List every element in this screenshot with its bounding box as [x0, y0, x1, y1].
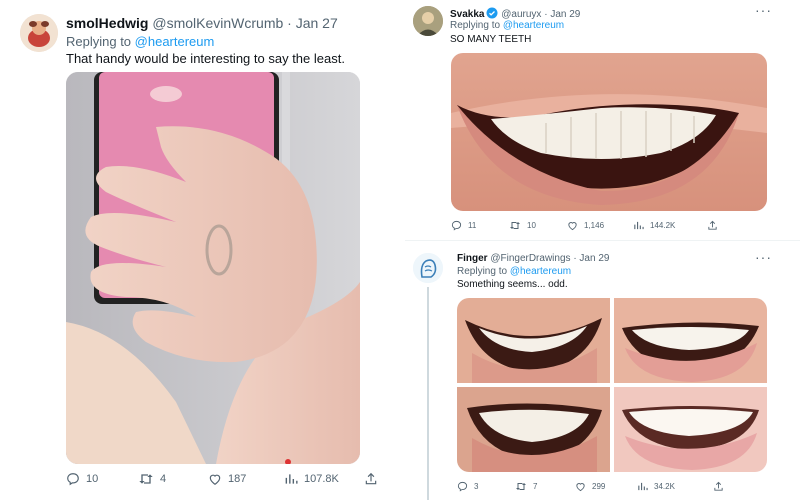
views-count: 107.8K [304, 473, 339, 485]
retweet-icon [516, 483, 526, 490]
media-image-3[interactable] [457, 387, 610, 472]
retweet-button[interactable]: 10 [509, 220, 567, 231]
retweet-button[interactable]: 7 [515, 481, 575, 492]
share-icon [365, 472, 377, 485]
like-button[interactable]: 187 [208, 472, 284, 486]
replying-prefix: Replying to [66, 34, 132, 49]
share-icon [714, 481, 723, 491]
share-button[interactable] [364, 472, 378, 486]
media-image-2[interactable] [614, 298, 767, 383]
more-icon[interactable]: ··· [755, 249, 772, 265]
right-bottom-tweet: Finger @FingerDrawings · Jan 29 ··· Repl… [405, 240, 800, 500]
replying-to-link[interactable]: @heartereum [503, 20, 564, 31]
reply-count: 11 [468, 221, 477, 230]
reply-count: 3 [474, 482, 479, 491]
left-tweet: smolHedwig @smolKevinWcrumb · Jan 27 Rep… [0, 0, 400, 500]
views-button[interactable]: 34.2K [637, 481, 713, 492]
like-button[interactable]: 1,146 [567, 220, 633, 231]
tweet-text: Something seems... odd. [457, 279, 568, 290]
reply-button[interactable]: 3 [457, 481, 515, 492]
handle[interactable]: @smolKevinWcrumb [152, 15, 283, 31]
replying-to: Replying to @heartereum [66, 34, 214, 49]
retweet-count: 7 [533, 482, 538, 491]
retweet-count: 4 [160, 473, 167, 485]
replying-to-link[interactable]: @heartereum [135, 34, 215, 49]
more-icon[interactable]: ··· [755, 2, 772, 18]
right-top-tweet: Svakka @auruyx · Jan 29 ··· Replying to … [405, 0, 800, 240]
retweet-icon [510, 222, 520, 229]
views-icon [634, 221, 644, 230]
views-icon [638, 482, 648, 491]
like-count: 299 [592, 482, 606, 491]
tweet-media-grid [457, 298, 767, 472]
replying-to: Replying to @heartereum [457, 266, 571, 277]
like-count: 1,146 [584, 221, 605, 230]
tweet-actions: 10 4 187 107.8K [66, 472, 386, 486]
tweet-actions: 11 10 1,146 144.2K [451, 220, 771, 231]
media-image-4[interactable] [614, 387, 767, 472]
tweet-header: Svakka @auruyx · Jan 29 [450, 7, 580, 20]
handle[interactable]: @auruyx [501, 9, 541, 20]
handle[interactable]: @FingerDrawings [490, 253, 570, 264]
display-name[interactable]: smolHedwig [66, 15, 148, 31]
display-name[interactable]: Finger [457, 253, 488, 264]
heart-icon [568, 222, 577, 231]
replying-to-link[interactable]: @heartereum [510, 266, 571, 277]
share-button[interactable] [713, 481, 724, 492]
display-name[interactable]: Svakka [450, 9, 484, 20]
retweet-count: 10 [527, 221, 536, 230]
views-count: 144.2K [650, 221, 676, 230]
like-count: 187 [228, 473, 247, 485]
tweet-actions: 3 7 299 34.2K [457, 481, 777, 492]
like-button[interactable]: 299 [575, 481, 637, 492]
reply-icon [457, 481, 468, 492]
views-icon [285, 474, 298, 484]
reply-icon [67, 473, 79, 486]
tweet-header: Finger @FingerDrawings · Jan 29 [457, 253, 609, 264]
retweet-button[interactable]: 4 [138, 472, 208, 486]
replying-to: Replying to @heartereum [450, 20, 564, 31]
tweet-date[interactable]: · Jan 27 [287, 15, 338, 31]
reply-icon [451, 220, 462, 231]
share-icon [708, 220, 717, 230]
views-button[interactable]: 107.8K [284, 472, 364, 486]
heart-icon [209, 474, 221, 485]
reply-count: 10 [86, 473, 99, 485]
avatar[interactable] [20, 14, 58, 52]
views-button[interactable]: 144.2K [633, 220, 707, 231]
views-count: 34.2K [654, 482, 675, 491]
avatar[interactable] [413, 253, 443, 283]
tweet-date[interactable]: · Jan 29 [544, 9, 580, 20]
reply-button[interactable]: 10 [66, 472, 138, 486]
replying-prefix: Replying to [450, 20, 501, 31]
tweet-date[interactable]: · Jan 29 [573, 253, 609, 264]
reply-button[interactable]: 11 [451, 220, 509, 231]
retweet-icon [139, 474, 153, 484]
thread-line [427, 287, 429, 500]
tweet-media-image[interactable] [66, 72, 360, 464]
heart-icon [576, 483, 585, 492]
media-image-1[interactable] [457, 298, 610, 383]
tweet-text: SO MANY TEETH [450, 34, 532, 45]
share-button[interactable] [707, 220, 718, 231]
tweet-media-image[interactable] [451, 53, 767, 211]
tweet-text: That handy would be interesting to say t… [66, 51, 345, 66]
avatar[interactable] [413, 6, 443, 36]
replying-prefix: Replying to [457, 266, 508, 277]
tweet-header: smolHedwig @smolKevinWcrumb · Jan 27 [66, 15, 338, 31]
verified-badge-icon [486, 7, 498, 19]
